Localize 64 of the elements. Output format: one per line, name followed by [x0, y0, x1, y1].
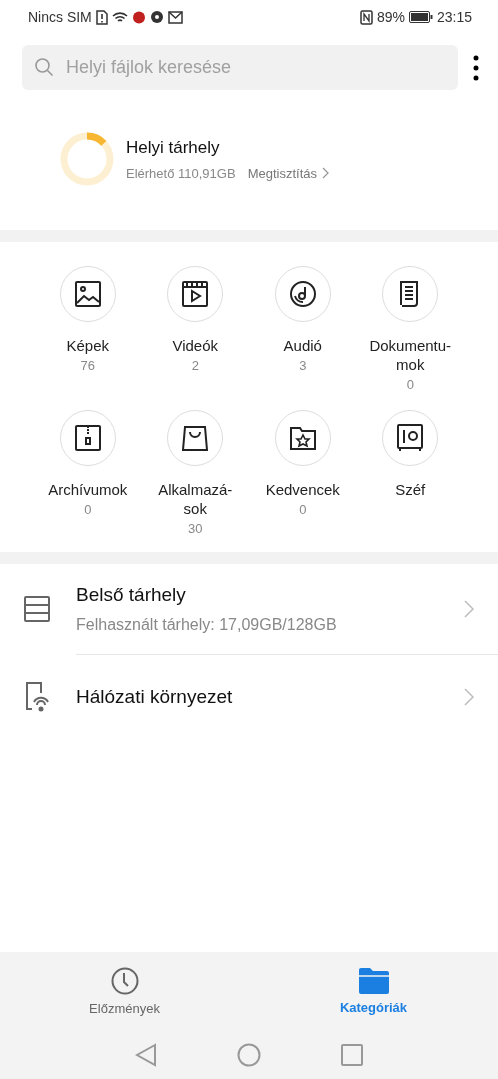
category-count: 2 — [191, 357, 199, 375]
clean-link[interactable]: Megtisztítás — [247, 165, 329, 181]
battery-icon — [408, 11, 433, 23]
category-label: Audió — [283, 336, 322, 355]
category-item[interactable]: Archívumok 0 — [34, 410, 142, 538]
server-icon — [24, 596, 50, 622]
disc-icon — [288, 280, 317, 308]
folder-icon — [358, 967, 389, 994]
ball-icon — [149, 10, 164, 24]
storage-title: Helyi tárhely — [126, 137, 221, 158]
bag-icon — [182, 425, 209, 451]
category-item[interactable]: Széf — [356, 410, 464, 538]
notification-icon — [131, 10, 146, 24]
category-count: 0 — [299, 501, 307, 519]
zip-icon — [74, 425, 101, 451]
category-item[interactable]: Képek 76 — [34, 266, 142, 394]
category-item[interactable]: Audió 3 — [249, 266, 357, 394]
safe-icon — [397, 424, 424, 452]
image-icon — [74, 281, 101, 307]
chevron-icon — [464, 688, 474, 706]
recents-button[interactable] — [341, 1043, 363, 1066]
search-field[interactable]: Helyi fájlok keresése — [22, 45, 458, 90]
location-row[interactable]: Belső tárhely Felhasznált tárhely: 17,09GB/128GB — [0, 564, 498, 654]
mail-icon — [167, 10, 183, 24]
carrier-text: Nincs SIM — [28, 9, 92, 25]
location-title: Belső tárhely — [76, 583, 187, 606]
star-folder-icon — [289, 426, 316, 450]
category-item[interactable]: Videók 2 — [141, 266, 249, 394]
category-label: Széf — [395, 480, 426, 499]
category-count: 0 — [84, 501, 92, 519]
nfc-icon — [359, 9, 373, 25]
chevron-icon — [464, 599, 474, 618]
category-label: Képek — [66, 336, 109, 355]
clock-text: 23:15 — [436, 9, 472, 25]
category-count: 0 — [406, 376, 414, 394]
video-icon — [182, 281, 209, 307]
clock-icon — [110, 966, 139, 995]
more-icon[interactable] — [472, 53, 480, 82]
location-subtitle: Felhasznált tárhely: 17,09GB/128GB — [76, 615, 338, 634]
back-button[interactable] — [135, 1042, 157, 1067]
category-label: Videók — [172, 336, 219, 355]
search-icon — [34, 57, 54, 77]
home-button[interactable] — [237, 1042, 261, 1067]
nav-tab[interactable]: Kategóriák — [249, 952, 498, 1030]
wifi-icon — [111, 10, 128, 24]
category-label: Kedvencek — [265, 480, 340, 499]
location-title: Hálózati környezet — [76, 686, 234, 708]
category-label: Dokumentu- mok — [369, 336, 452, 374]
phone-wifi-icon — [24, 682, 50, 712]
category-count: 76 — [80, 357, 95, 375]
battery-text: 89% — [376, 9, 405, 25]
nav-tab[interactable]: Előzmények — [0, 952, 249, 1030]
sim-alert-icon — [95, 9, 108, 25]
storage-ring — [58, 130, 116, 188]
category-count: 3 — [299, 357, 307, 375]
location-row[interactable]: Hálózati környezet — [0, 654, 498, 740]
category-item[interactable]: Alkalmazá- sok 30 — [141, 410, 249, 538]
category-item[interactable]: Kedvencek 0 — [249, 410, 357, 538]
category-label: Archívumok — [48, 480, 128, 499]
available-space: Elérhető 110,91GB — [126, 165, 236, 181]
category-count: 30 — [188, 520, 203, 538]
category-label: Alkalmazá- sok — [158, 480, 233, 518]
chevron-icon — [321, 167, 329, 179]
category-item[interactable]: Dokumentu- mok 0 — [356, 266, 464, 394]
